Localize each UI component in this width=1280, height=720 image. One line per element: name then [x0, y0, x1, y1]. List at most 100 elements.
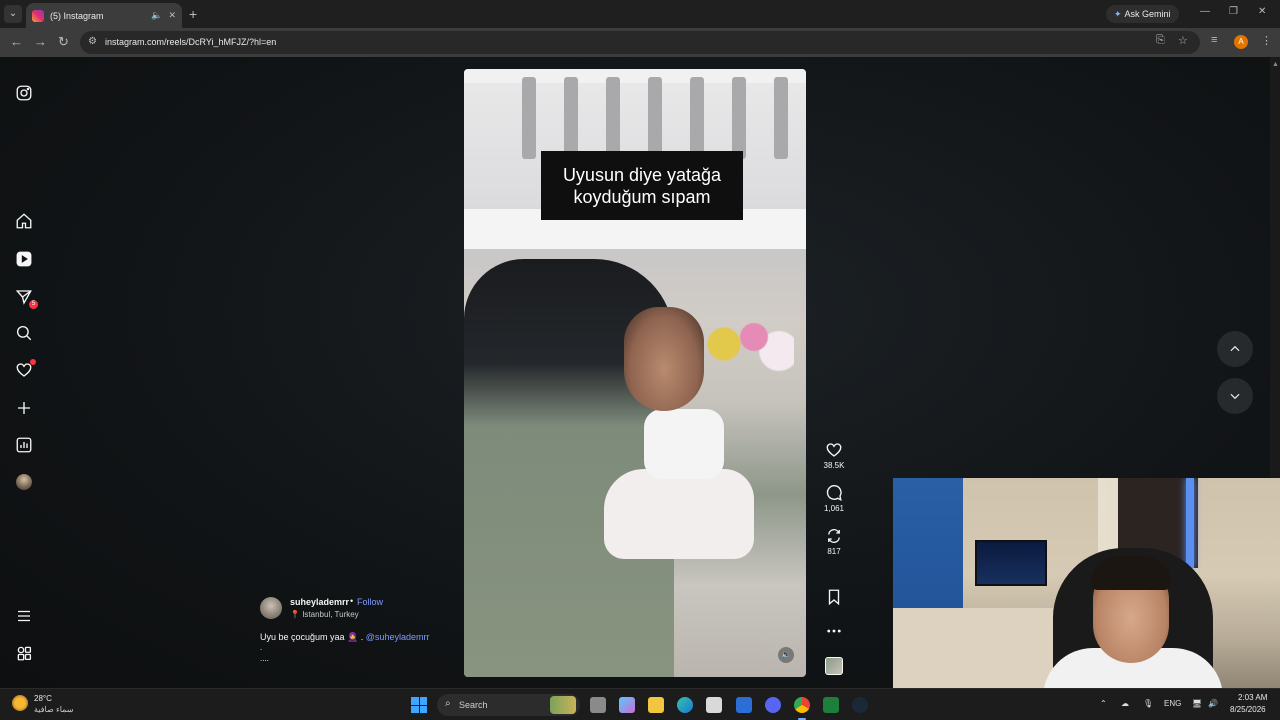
also-from-meta-icon[interactable]: [14, 643, 34, 663]
game-app-icon[interactable]: [823, 697, 839, 713]
follow-button[interactable]: Follow: [357, 597, 383, 607]
location-label: Istanbul, Turkey: [302, 610, 359, 619]
caption-mention-link[interactable]: @suheylademrr: [366, 632, 430, 642]
reels-icon[interactable]: [14, 249, 34, 269]
weather-icon[interactable]: [12, 695, 28, 711]
scroll-up-arrow-icon[interactable]: ▲: [1272, 61, 1279, 71]
video-caption-line-2: koyduğum sıpam: [573, 186, 711, 207]
mail-icon[interactable]: [736, 697, 752, 713]
start-windows-icon[interactable]: [411, 697, 427, 713]
video-toys-image: [694, 309, 794, 379]
task-view-icon[interactable]: [590, 697, 606, 713]
gemini-sparkle-icon: ✦: [1114, 9, 1122, 19]
browser-menu-icon[interactable]: ⋮: [1261, 34, 1272, 47]
back-arrow-icon[interactable]: ←: [10, 34, 23, 49]
browser-profile-avatar[interactable]: A: [1234, 35, 1248, 49]
install-app-icon[interactable]: ⎘: [1156, 34, 1165, 47]
bookmark-star-icon[interactable]: ☆: [1178, 34, 1188, 47]
reload-icon[interactable]: ↻: [58, 34, 69, 50]
original-audio-thumbnail[interactable]: [825, 657, 843, 675]
comment-button[interactable]: 1,061: [818, 484, 850, 513]
tab-title: (5) Instagram: [50, 10, 104, 21]
ask-gemini-label: Ask Gemini: [1124, 9, 1171, 19]
chrome-icon[interactable]: [794, 697, 810, 713]
discord-icon[interactable]: [765, 697, 781, 713]
reading-list-icon[interactable]: ≡: [1211, 34, 1217, 46]
webcam-overlay: [893, 478, 1280, 694]
more-menu-icon[interactable]: [14, 606, 34, 626]
post-caption-emoji: 🧕 .: [347, 632, 364, 642]
instagram-logo-icon[interactable]: [14, 83, 34, 103]
onedrive-icon[interactable]: ☁: [1121, 699, 1129, 708]
repost-count: 817: [827, 547, 841, 556]
location-pin-icon: 📍: [290, 610, 300, 619]
bookmark-icon: [828, 589, 840, 606]
chevron-up-icon: [1230, 345, 1240, 352]
comment-count: 1,061: [823, 504, 845, 513]
taskbar-search-placeholder: Search: [459, 700, 488, 710]
window-close-button[interactable]: ✕: [1258, 6, 1266, 17]
more-options-button[interactable]: [818, 622, 850, 640]
home-icon[interactable]: [14, 211, 34, 231]
create-plus-icon[interactable]: [14, 398, 34, 418]
reel-video[interactable]: Uyusun diye yatağa koyduğum sıpam 🔈: [464, 69, 806, 677]
microsoft-store-icon[interactable]: [706, 697, 722, 713]
repost-button[interactable]: 817: [818, 527, 850, 556]
tab-close-icon[interactable]: ✕: [168, 10, 176, 21]
more-dots-icon: [827, 629, 841, 633]
url-text[interactable]: instagram.com/reels/DcRYi_hMFJZ/?hl=en: [105, 37, 276, 47]
network-icon[interactable]: 🖥: [1192, 699, 1202, 708]
maximize-button[interactable]: ❐: [1229, 6, 1238, 17]
post-caption-text: Uyu be çocuğum yaa: [260, 632, 345, 642]
clock-date[interactable]: 8/25/2026: [1230, 705, 1266, 714]
clock-time[interactable]: 2:03 AM: [1238, 693, 1267, 702]
tab-search-button[interactable]: ⌄: [4, 5, 22, 23]
comment-icon: [826, 485, 842, 501]
webcam-bed-image: [893, 608, 1053, 694]
caption-more-button[interactable]: ....: [260, 654, 269, 663]
video-text-overlay: Uyusun diye yatağa koyduğum sıpam: [541, 151, 743, 220]
steam-icon[interactable]: [852, 697, 868, 713]
previous-reel-button[interactable]: [1217, 331, 1253, 367]
volume-icon[interactable]: 🔊: [1208, 699, 1218, 708]
ask-gemini-button[interactable]: ✦ Ask Gemini: [1106, 5, 1179, 23]
tray-chevron-up-icon[interactable]: ⌃: [1100, 699, 1107, 708]
author-avatar[interactable]: [260, 597, 282, 619]
language-indicator[interactable]: ENG: [1164, 699, 1181, 708]
microphone-icon[interactable]: 🎙: [1143, 699, 1153, 708]
video-blanket-image: [604, 469, 754, 559]
browser-tab-instagram[interactable]: (5) Instagram 🔈 ✕: [26, 3, 182, 28]
tab-audio-icon[interactable]: 🔈: [151, 10, 162, 21]
video-boy-body-image: [644, 409, 724, 479]
next-reel-button[interactable]: [1217, 378, 1253, 414]
file-explorer-icon[interactable]: [648, 697, 664, 713]
notifications-heart-icon[interactable]: [14, 359, 36, 380]
instagram-favicon-icon: [32, 9, 44, 22]
post-location[interactable]: 📍 Istanbul, Turkey: [290, 610, 359, 619]
weather-temperature[interactable]: 28°C: [34, 694, 52, 703]
edge-browser-icon[interactable]: [677, 697, 693, 713]
new-tab-button[interactable]: +: [189, 6, 197, 22]
profile-avatar[interactable]: [14, 472, 34, 492]
weather-description[interactable]: سماء صافية: [34, 705, 74, 714]
caption-dot-line: .: [260, 643, 263, 652]
browser-toolbar: ← → ↻ ⚙ instagram.com/reels/DcRYi_hMFJZ/…: [0, 28, 1280, 57]
mute-toggle-icon[interactable]: 🔈: [778, 647, 794, 663]
copilot-icon[interactable]: [619, 697, 635, 713]
address-bar[interactable]: ⚙ instagram.com/reels/DcRYi_hMFJZ/?hl=en: [80, 31, 1200, 54]
video-caption-line-1: Uyusun diye yatağa: [562, 164, 722, 185]
forward-arrow-icon[interactable]: →: [34, 34, 47, 49]
notifications-dot: [30, 359, 36, 365]
search-icon[interactable]: [14, 323, 34, 343]
like-button[interactable]: 38.5K: [818, 441, 850, 470]
dashboard-icon[interactable]: [14, 435, 34, 455]
messages-icon[interactable]: 5: [14, 287, 38, 309]
save-button[interactable]: [818, 588, 850, 606]
like-count: 38.5K: [823, 461, 845, 470]
taskbar-search-box[interactable]: ⌕ Search: [437, 694, 580, 716]
author-username[interactable]: suheylademrr: [290, 597, 349, 607]
heart-icon: [826, 443, 842, 457]
site-info-icon[interactable]: ⚙: [88, 36, 97, 47]
minimize-button[interactable]: —: [1200, 6, 1210, 17]
video-boy-face-image: [624, 307, 704, 411]
